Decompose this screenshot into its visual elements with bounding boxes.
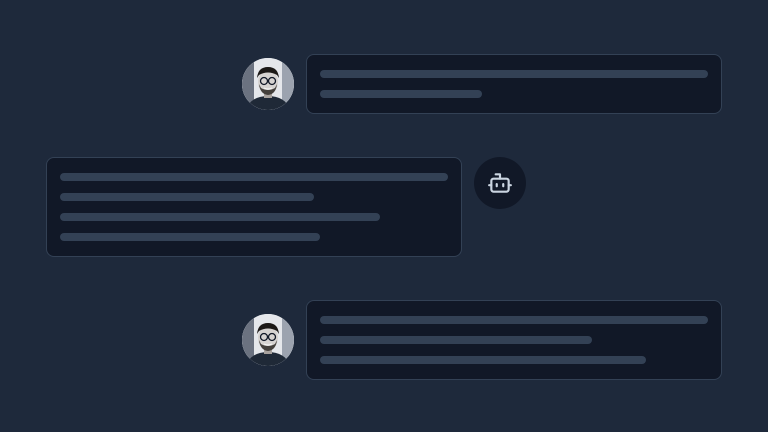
user-message-bubble — [306, 300, 722, 380]
message-placeholder-line — [320, 356, 646, 364]
assistant-message-bubble — [46, 157, 462, 257]
message-placeholder-line — [60, 193, 314, 201]
user-message-bubble — [306, 54, 722, 114]
robot-icon — [488, 173, 512, 193]
user-avatar — [242, 58, 294, 110]
chat-conversation — [0, 0, 768, 432]
user-photo-avatar — [242, 58, 294, 110]
message-placeholder-line — [320, 336, 592, 344]
message-placeholder-line — [60, 173, 448, 181]
message-placeholder-line — [320, 70, 708, 78]
message-placeholder-line — [60, 213, 380, 221]
message-placeholder-line — [60, 233, 320, 241]
assistant-avatar — [474, 157, 526, 209]
user-photo-avatar — [242, 314, 294, 366]
user-avatar — [242, 314, 294, 366]
message-placeholder-line — [320, 316, 708, 324]
message-placeholder-line — [320, 90, 482, 98]
